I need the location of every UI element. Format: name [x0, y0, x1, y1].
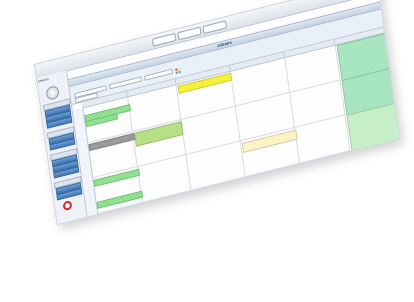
brand-line-1: Medizin — [38, 76, 49, 84]
filter-field-2[interactable] — [109, 76, 142, 90]
legend-blue-icon — [178, 70, 181, 74]
app-window: Medizin AGENDA — [34, 0, 401, 226]
tab-3[interactable] — [112, 77, 113, 81]
filter-field-3[interactable] — [144, 68, 173, 81]
tab-1[interactable] — [73, 87, 74, 91]
avatar[interactable] — [45, 84, 60, 101]
help-lifering-icon[interactable] — [62, 200, 73, 212]
tab-2[interactable] — [93, 82, 94, 86]
main-content: AGENDA — [67, 0, 401, 217]
legend-green-icon — [175, 71, 178, 74]
